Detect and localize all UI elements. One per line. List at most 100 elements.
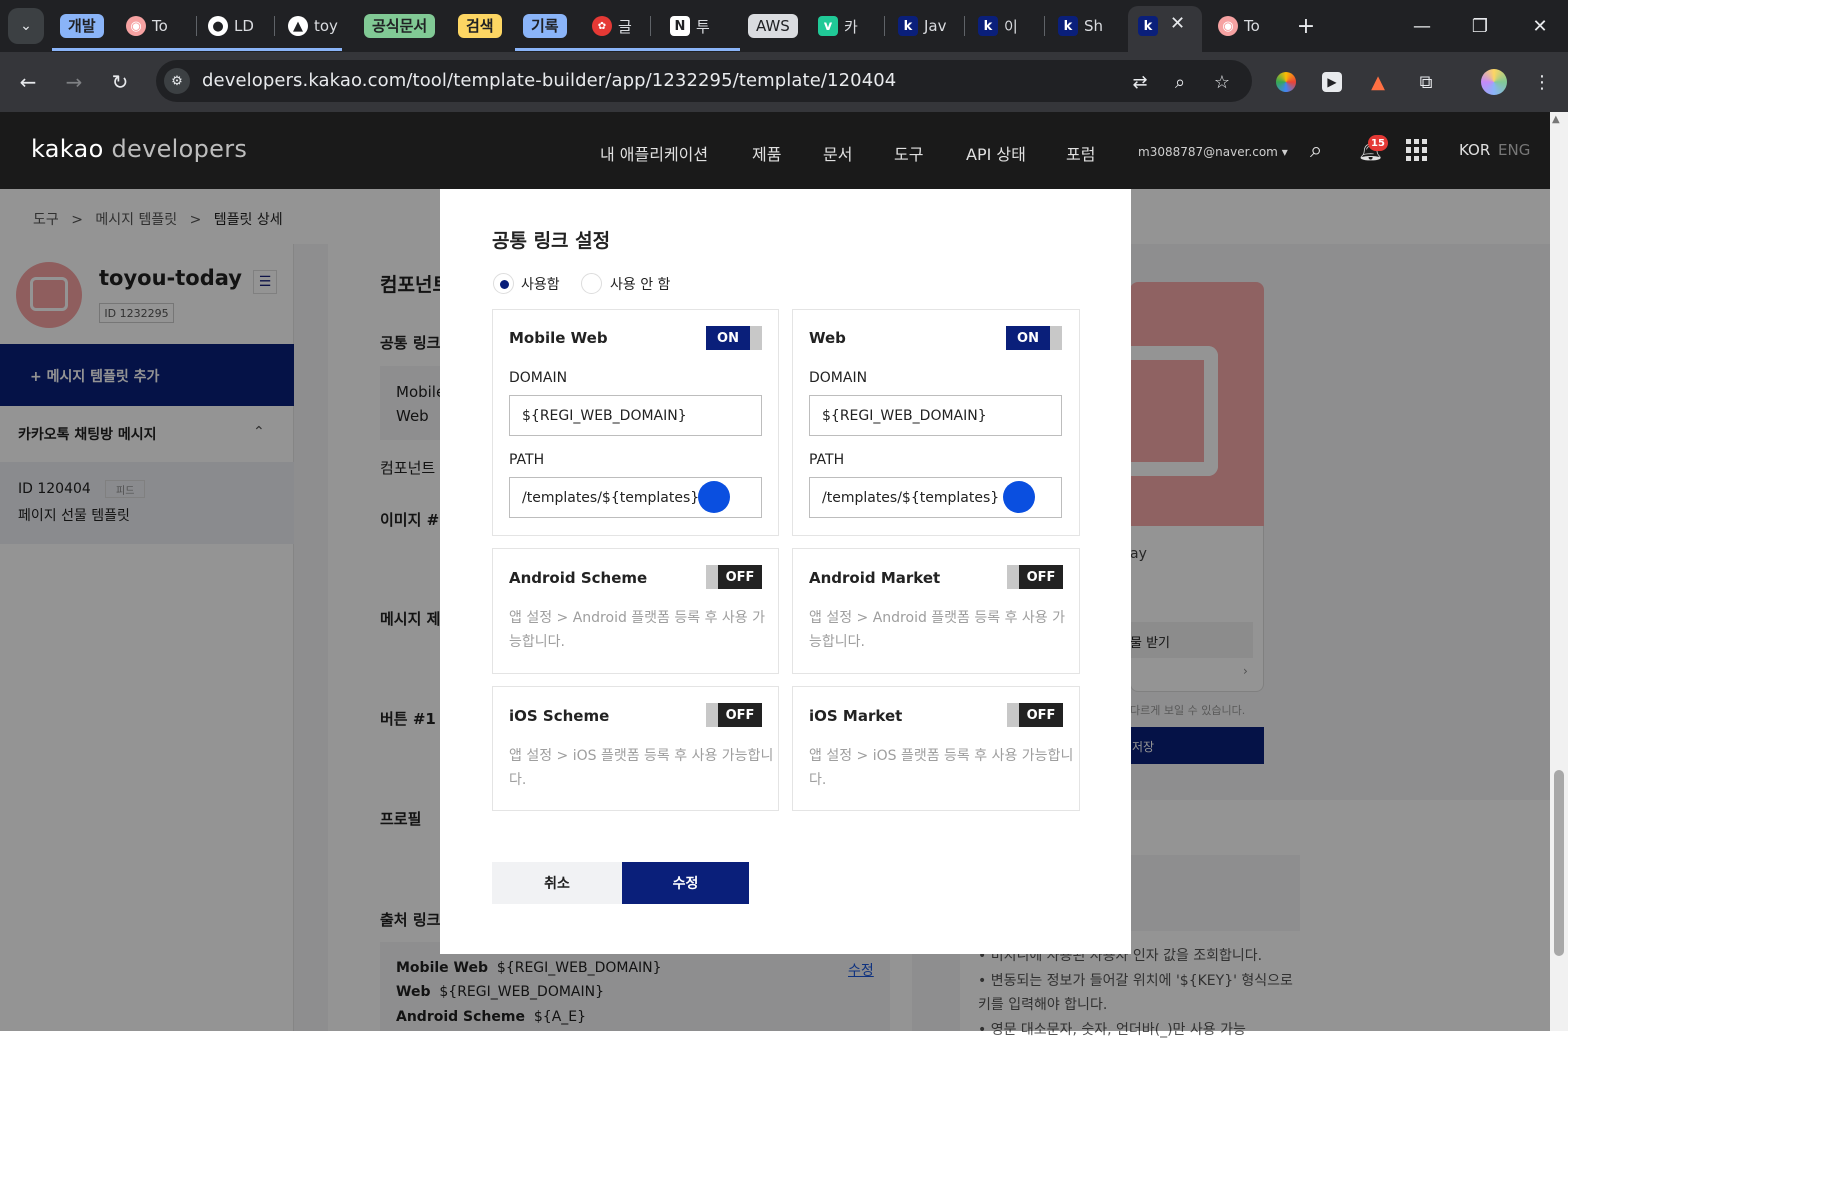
android-scheme-toggle[interactable]: OFF: [706, 565, 762, 589]
lang-eng[interactable]: ENG: [1498, 141, 1530, 159]
tab-notion[interactable]: N투: [662, 9, 732, 43]
mobile-web-toggle[interactable]: ON: [706, 326, 762, 350]
ios-scheme-toggle[interactable]: OFF: [706, 703, 762, 727]
toggle-state: OFF: [1019, 703, 1063, 727]
tab-group-label: 공식문서: [364, 14, 436, 38]
nav-forum[interactable]: 포럼: [1066, 141, 1095, 165]
minimize-icon[interactable]: —: [1394, 8, 1450, 44]
scrollbar-thumb[interactable]: [1554, 770, 1564, 956]
tab-title: toy: [314, 17, 338, 35]
tab-v[interactable]: v카: [810, 9, 876, 43]
domain-label: DOMAIN: [509, 370, 568, 386]
chrome-menu-icon[interactable]: ⋮: [1528, 68, 1556, 96]
close-window-icon[interactable]: ✕: [1512, 8, 1568, 44]
blue-circle-icon[interactable]: [1003, 481, 1035, 513]
tab-group-search[interactable]: 검색: [450, 9, 510, 43]
path-label: PATH: [809, 452, 845, 468]
reload-icon[interactable]: ↻: [104, 66, 136, 98]
nav-tools[interactable]: 도구: [894, 141, 923, 165]
translate-icon[interactable]: ⇄: [1126, 68, 1154, 96]
tab-group-label: 검색: [458, 14, 502, 38]
radio-no-use-label[interactable]: 사용 안 함: [610, 274, 670, 294]
back-icon[interactable]: ←: [12, 66, 44, 98]
url-text: developers.kakao.com/tool/template-build…: [202, 70, 897, 91]
bookmark-star-icon[interactable]: ☆: [1208, 68, 1236, 96]
blue-circle-icon[interactable]: [698, 481, 730, 513]
tab-active-kakao[interactable]: k ✕: [1128, 6, 1202, 52]
ios-market-desc: 앱 설정 > iOS 플랫폼 등록 후 사용 가능합니 다.: [809, 744, 1073, 792]
zoom-icon[interactable]: ⌕: [1166, 68, 1194, 96]
android-scheme-desc: 앱 설정 > Android 플랫폼 등록 후 사용 가 능합니다.: [509, 606, 765, 654]
tab-group-label: AWS: [748, 14, 798, 38]
nav-my-apps[interactable]: 내 애플리케이션: [600, 141, 708, 165]
tab-close-icon[interactable]: ✕: [1170, 13, 1185, 34]
extension-shield-icon[interactable]: ▶: [1318, 68, 1346, 96]
restore-icon[interactable]: ❐: [1452, 8, 1508, 44]
forward-icon[interactable]: →: [58, 66, 90, 98]
submit-button[interactable]: 수정: [622, 862, 749, 904]
search-icon[interactable]: ⌕: [1310, 138, 1322, 163]
desc-line: 앱 설정 > Android 플랫폼 등록 후 사용 가: [809, 610, 1066, 626]
desc-line: 다.: [809, 772, 827, 788]
browser-tab-strip: ⌄ 개발 ◉ To ● LD ▲ toy 공식문서 검색 기록 ✿ 글 N투 AWS v…: [0, 0, 1568, 52]
k-icon: k: [1138, 16, 1158, 36]
mobile-web-title: Mobile Web: [509, 329, 608, 347]
account-email: m3088787@naver.com: [1138, 145, 1278, 159]
tab-search-button[interactable]: ⌄: [8, 8, 44, 44]
profile-avatar[interactable]: [1480, 68, 1508, 96]
lang-kor[interactable]: KOR: [1459, 141, 1490, 159]
tab-to[interactable]: ◉ To: [118, 9, 200, 43]
site-info-icon[interactable]: ⚙: [164, 68, 190, 94]
new-tab-icon[interactable]: +: [1292, 12, 1320, 40]
web-toggle[interactable]: ON: [1006, 326, 1062, 350]
tab-ld[interactable]: ● LD: [200, 9, 278, 43]
tab-group-aws[interactable]: AWS: [740, 9, 806, 43]
cake-favicon-icon: ◉: [126, 16, 146, 36]
logo-kakao-text: kakao: [31, 135, 104, 163]
toggle-state: ON: [1006, 326, 1050, 350]
tab-title: 글: [618, 17, 632, 36]
radio-no-use[interactable]: [581, 273, 602, 294]
scroll-up-icon[interactable]: ▲: [1552, 114, 1560, 125]
android-market-toggle[interactable]: OFF: [1007, 565, 1063, 589]
k-icon: k: [898, 16, 918, 36]
tab-to-2[interactable]: ◉ To: [1210, 9, 1290, 43]
account-menu[interactable]: m3088787@naver.com ▾: [1138, 145, 1288, 159]
tab-kakao-sh[interactable]: k Sh: [1050, 9, 1120, 43]
caret-down-icon: ▾: [1281, 145, 1288, 159]
path-label: PATH: [509, 452, 545, 468]
nav-docs[interactable]: 문서: [823, 141, 852, 165]
tab-toy[interactable]: ▲ toy: [280, 9, 342, 43]
extension-lighthouse-icon[interactable]: ▲: [1364, 68, 1392, 96]
toggle-state: OFF: [718, 565, 762, 589]
nav-products[interactable]: 제품: [752, 141, 781, 165]
tab-group-log[interactable]: 기록: [515, 9, 575, 43]
tab-velog[interactable]: ✿ 글: [584, 9, 648, 43]
apps-grid-icon[interactable]: [1406, 139, 1428, 161]
domain-label: DOMAIN: [809, 370, 868, 386]
modal-title: 공통 링크 설정: [492, 230, 611, 252]
ios-market-title: iOS Market: [809, 707, 903, 725]
kakao-developers-logo[interactable]: kakao developers: [31, 135, 247, 163]
velog-icon: ✿: [592, 16, 612, 36]
extension-color-icon[interactable]: [1272, 68, 1300, 96]
mobile-web-domain-input[interactable]: ${REGI_WEB_DOMAIN}: [509, 395, 762, 436]
radio-use[interactable]: [493, 273, 514, 294]
tab-group-docs[interactable]: 공식문서: [356, 9, 443, 43]
toggle-state: ON: [706, 326, 750, 350]
tab-group-label: 개발: [60, 14, 104, 38]
logo-developers-text: developers: [111, 135, 248, 163]
android-scheme-title: Android Scheme: [509, 569, 648, 587]
tab-group-dev[interactable]: 개발: [52, 9, 112, 43]
extensions-puzzle-icon[interactable]: ⧉: [1412, 68, 1440, 96]
ios-market-toggle[interactable]: OFF: [1007, 703, 1063, 727]
tab-kakao-2[interactable]: k이: [970, 9, 1036, 43]
tab-kakao-jav[interactable]: k Jav: [890, 9, 960, 43]
web-domain-input[interactable]: ${REGI_WEB_DOMAIN}: [809, 395, 1062, 436]
nav-api-status[interactable]: API 상태: [966, 141, 1026, 165]
tab-title: Sh: [1084, 17, 1104, 35]
web-title: Web: [809, 329, 846, 347]
cancel-button[interactable]: 취소: [492, 862, 622, 904]
tab-title: Jav: [924, 17, 947, 35]
radio-use-label[interactable]: 사용함: [521, 274, 560, 294]
